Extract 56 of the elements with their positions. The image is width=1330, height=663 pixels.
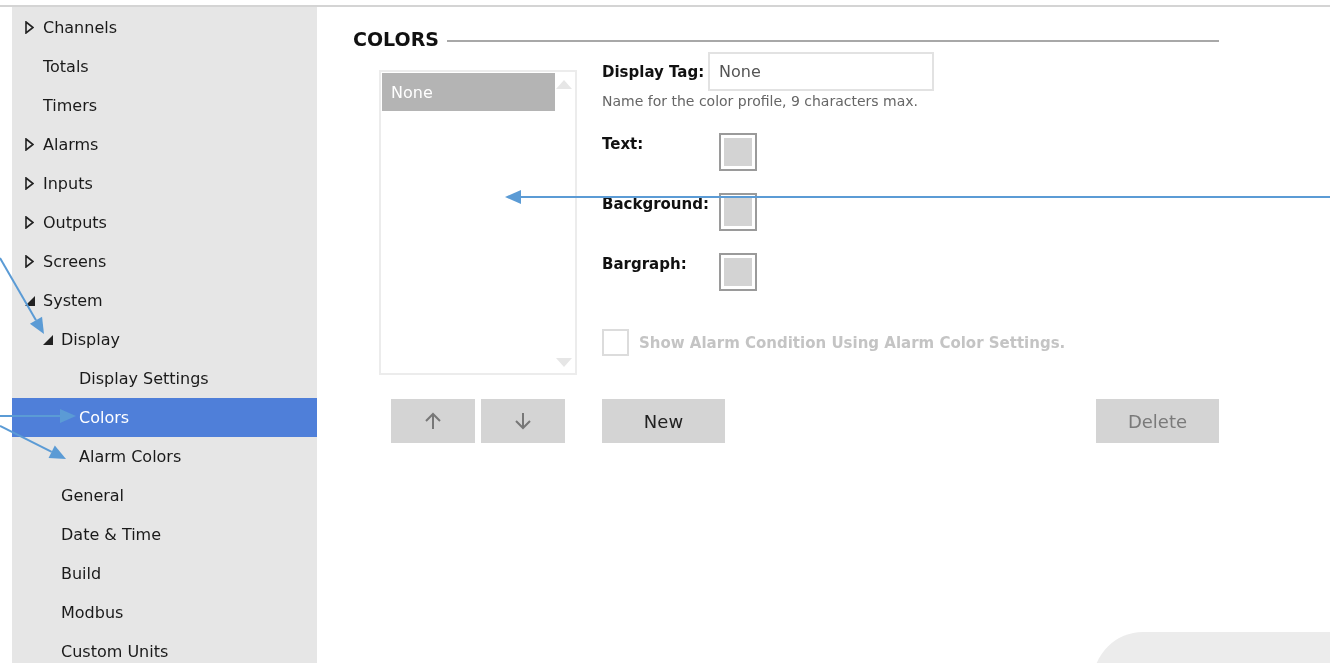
tree-item[interactable]: Outputs [12,203,317,242]
tree-item-label: Inputs [43,174,93,193]
tree-item[interactable]: Alarms [12,125,317,164]
tree-item-label: System [43,291,103,310]
tree-item[interactable]: Inputs [12,164,317,203]
tree-item[interactable]: Screens [12,242,317,281]
tree-item[interactable]: Date & Time [12,515,317,554]
tree-item-selected[interactable]: Colors [12,398,317,437]
tree-item-label: Alarm Colors [79,447,182,466]
caret-icon[interactable] [25,295,35,306]
up-arrow-icon [425,412,441,430]
tree-item[interactable]: Alarm Colors [12,437,317,476]
tree-item[interactable]: Timers [12,86,317,125]
tree-item-label: Display [61,330,120,349]
checkbox-label: Show Alarm Condition Using Alarm Color Settings. [639,333,1066,352]
caret-icon[interactable] [25,138,34,151]
down-arrow-icon [515,412,531,430]
tree-item-label: Channels [43,18,118,37]
field-label: Bargraph: [602,255,688,273]
tree-item[interactable]: Build [12,554,317,593]
tree-item-label: Timers [43,96,98,115]
field-label: Display Tag: [602,62,706,81]
caret-icon[interactable] [25,255,34,268]
tree-item-label: Modbus [61,603,124,622]
tree-item[interactable]: Custom Units [12,632,317,663]
caret-icon[interactable] [25,21,34,34]
color-swatch[interactable] [719,193,757,231]
color-swatch[interactable] [719,133,757,171]
tree-item[interactable]: General [12,476,317,515]
tree-item[interactable]: Totals [12,47,317,86]
tree-item-label: Colors [79,408,130,427]
caret-icon[interactable] [25,216,34,229]
tree-item-label: Alarms [43,135,99,154]
tree-item[interactable]: Channels [12,8,317,47]
field-label: Text: [602,135,645,153]
caret-icon[interactable] [25,177,34,190]
tree-item-label: Totals [43,57,89,76]
hint-text: Name for the color profile, 9 characters max. [602,93,920,109]
tree-item-label: General [61,486,125,505]
field-label: Background: [602,195,710,213]
section-title: COLORS [353,28,439,50]
tree-item-label: Build [61,564,102,583]
tree-item[interactable]: System [12,281,317,320]
annotation-arrow [0,425,66,459]
tree-item-label: Display Settings [79,369,209,388]
display-tag-field[interactable]: None [708,52,934,91]
new-button[interactable]: New [602,399,725,443]
tree-item[interactable]: Modbus [12,593,317,632]
caret-icon[interactable] [43,334,53,345]
tree-item-label: Screens [43,252,107,271]
color-swatch[interactable] [719,253,757,291]
tree-item[interactable]: Display [12,320,317,359]
tree-item[interactable]: Display Settings [12,359,317,398]
tree-item-label: Custom Units [61,642,169,661]
tree-item-label: Outputs [43,213,107,232]
tree-item-label: Date & Time [61,525,162,544]
